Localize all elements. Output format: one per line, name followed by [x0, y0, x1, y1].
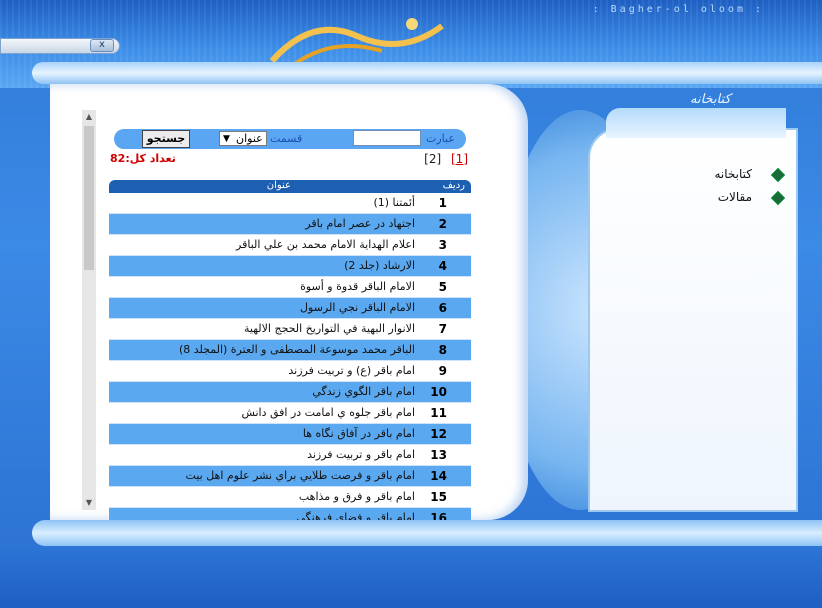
row-number: 6 [438, 301, 447, 315]
scroll-thumb[interactable] [84, 126, 94, 270]
results-table: ردیف عنوان 1 أئمتنا (1) 2 اجتهاد در عصر اما… [109, 180, 471, 529]
pagination: [2] [1] [418, 152, 468, 166]
table-row: 11 امام باقر جلوه ي امامت در افق دانش [109, 403, 471, 424]
search-button[interactable]: جستجو [142, 130, 190, 148]
row-title-link[interactable]: الباقر محمد موسوعة المصطفى و العترة (الم… [179, 343, 415, 356]
row-title-link[interactable]: امام باقر جلوه ي امامت در افق دانش [241, 406, 415, 419]
search-input[interactable] [353, 130, 421, 146]
sidebar-item-library[interactable]: کتابخانه [714, 167, 752, 181]
sidebar-header [606, 108, 786, 138]
row-number: 4 [438, 259, 447, 273]
top-frame-bar [32, 62, 822, 84]
row-number: 5 [438, 280, 447, 294]
row-number: 12 [430, 427, 447, 441]
page-link-1[interactable]: [1] [451, 152, 468, 166]
table-row: 4 الارشاد (جلد 2) [109, 256, 471, 277]
row-title-link[interactable]: امام باقر و تربيت فرزند [307, 448, 415, 461]
row-title-link[interactable]: امام باقر در آفاق نگاه ها [303, 427, 415, 440]
row-number: 10 [430, 385, 447, 399]
table-row: 14 امام باقر و فرصت طلايي براي نشر علوم ا… [109, 466, 471, 487]
section-label: قسمت [270, 132, 303, 145]
sidebar-title: کتابخانه [690, 92, 731, 107]
vertical-scrollbar[interactable]: ▲ ▼ [82, 110, 96, 510]
table-row: 9 امام باقر (ع) و تربيت فرزند [109, 361, 471, 382]
row-title-link[interactable]: امام باقر الگوي زندگي [312, 385, 415, 398]
column-header-title: عنوان [266, 180, 291, 191]
table-row: 7 الانوار البهية في التواريخ الحجج الالهي… [109, 319, 471, 340]
scroll-up-arrow-icon[interactable]: ▲ [82, 110, 96, 124]
table-row: 2 اجتهاد در عصر امام باقر [109, 214, 471, 235]
row-title-link[interactable]: امام باقر (ع) و تربيت فرزند [288, 364, 415, 377]
row-number: 15 [430, 490, 447, 504]
row-title-link[interactable]: أئمتنا (1) [373, 196, 415, 209]
table-row: 13 امام باقر و تربيت فرزند [109, 445, 471, 466]
row-number: 9 [438, 364, 447, 378]
total-count: تعداد کل:82 [110, 152, 176, 165]
row-number: 8 [438, 343, 447, 357]
column-header-number: ردیف [442, 180, 465, 191]
scroll-down-arrow-icon[interactable]: ▼ [82, 496, 96, 510]
sidebar-panel [588, 128, 798, 512]
table-row: 5 الامام الباقر قدوة و أسوة [109, 277, 471, 298]
row-number: 1 [438, 196, 447, 210]
chevron-down-icon: ▼ [223, 134, 230, 144]
table-row: 15 امام باقر و فرق و مذاهب [109, 487, 471, 508]
footer [0, 548, 822, 608]
row-number: 7 [438, 322, 447, 336]
table-row: 12 امام باقر در آفاق نگاه ها [109, 424, 471, 445]
row-title-link[interactable]: امام باقر و فرق و مذاهب [299, 490, 415, 503]
row-title-link[interactable]: امام باقر و فرصت طلايي براي نشر علوم اهل… [186, 469, 415, 482]
row-title-link[interactable]: الامام الباقر قدوة و أسوة [300, 280, 415, 293]
close-button[interactable]: x [90, 39, 114, 52]
table-row: 3 اعلام الهداية الامام محمد بن علي الباقر [109, 235, 471, 256]
section-select-value: عنوان [236, 132, 263, 145]
row-title-link[interactable]: الانوار البهية في التواريخ الحجج الالهية [244, 322, 415, 335]
table-row: 1 أئمتنا (1) [109, 193, 471, 214]
row-number: 3 [438, 238, 447, 252]
page-link-2[interactable]: [2] [424, 152, 441, 166]
table-header: ردیف عنوان [109, 180, 471, 193]
table-row: 6 الامام الباقر نجي الرسول [109, 298, 471, 319]
phrase-label: عبارت [426, 132, 455, 145]
site-name: : Bagher-ol oloom : [592, 4, 764, 15]
row-title-link[interactable]: اعلام الهداية الامام محمد بن علي الباقر [236, 238, 415, 251]
row-title-link[interactable]: الارشاد (جلد 2) [344, 259, 415, 272]
row-title-link[interactable]: الامام الباقر نجي الرسول [300, 301, 415, 314]
sidebar-item-articles[interactable]: مقالات [718, 190, 752, 204]
row-number: 13 [430, 448, 447, 462]
section-select[interactable]: ▼ عنوان [219, 131, 267, 146]
row-title-link[interactable]: اجتهاد در عصر امام باقر [305, 217, 415, 230]
bottom-frame-bar [32, 520, 822, 546]
row-number: 2 [438, 217, 447, 231]
row-number: 11 [430, 406, 447, 420]
row-number: 14 [430, 469, 447, 483]
table-row: 10 امام باقر الگوي زندگي [109, 382, 471, 403]
table-row: 8 الباقر محمد موسوعة المصطفى و العترة (ال… [109, 340, 471, 361]
